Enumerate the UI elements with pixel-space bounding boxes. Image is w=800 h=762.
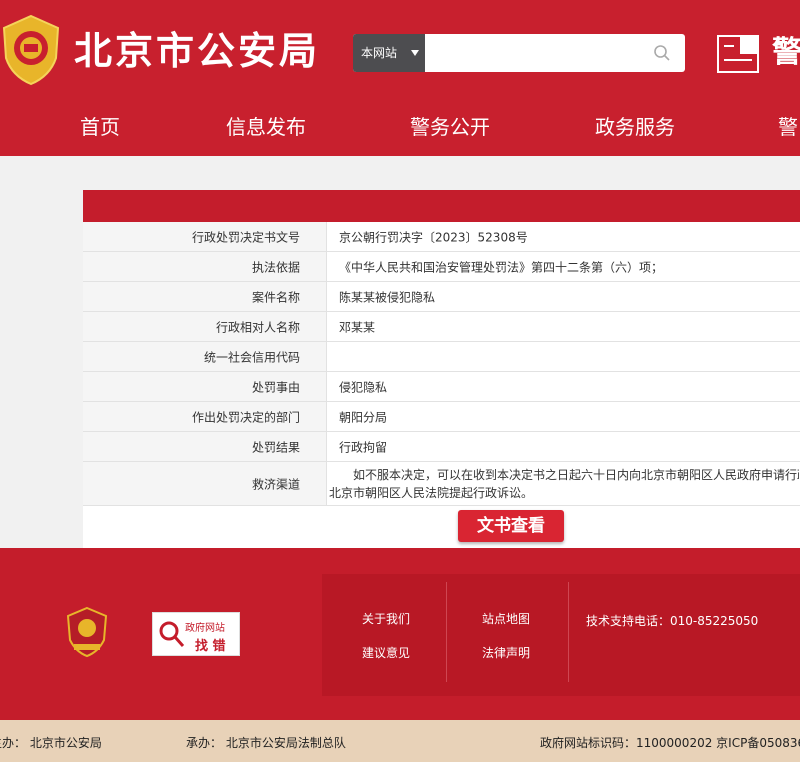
table-row: 统一社会信用代码	[83, 342, 800, 372]
table-row: 作出处罚决定的部门 朝阳分局	[83, 402, 800, 432]
row-label: 处罚事由	[251, 380, 300, 394]
search-input[interactable]	[433, 40, 637, 68]
row-label: 作出处罚决定的部门	[191, 410, 300, 424]
link-legal-notice[interactable]: 法律声明	[482, 644, 530, 661]
gov-site-label: 政府网站	[185, 623, 225, 634]
link-about-us[interactable]: 关于我们	[362, 610, 410, 627]
nav-item-more[interactable]: 警	[778, 112, 798, 142]
divider	[446, 582, 447, 682]
organizer-info: 承办： 北京市公安局法制总队	[186, 736, 346, 750]
row-label: 执法依据	[251, 260, 300, 274]
main-nav: 首页 信息发布 警务公开 政务服务 警	[0, 100, 800, 156]
row-value: 行政拘留	[339, 440, 388, 454]
beijing-logo-icon	[717, 35, 759, 73]
row-label: 救济渠道	[251, 477, 300, 491]
gov-site-error-report-link[interactable]: 政府网站 找 错	[152, 612, 240, 656]
table-row: 案件名称 陈某某被侵犯隐私	[83, 282, 800, 312]
chevron-down-icon	[411, 50, 419, 56]
table-row: 行政处罚决定书文号 京公朝行罚决字〔2023〕52308号	[83, 222, 800, 252]
row-value: 邓某某	[339, 320, 376, 334]
view-document-button[interactable]: 文书查看	[458, 510, 564, 542]
row-label: 处罚结果	[251, 440, 300, 454]
panel-header-bar	[83, 190, 800, 222]
link-suggestions[interactable]: 建议意见	[362, 644, 410, 661]
table-row: 救济渠道 如不服本决定，可以在收到本决定书之日起六十日内向北京市朝阳区人民政府申…	[83, 462, 800, 506]
site-header: 北京市公安局 本网站 警	[0, 0, 800, 100]
link-site-map[interactable]: 站点地图	[482, 610, 530, 627]
site-id-info: 政府网站标识码：1100000202 京ICP备05083646号	[540, 736, 800, 750]
party-badge-icon	[66, 606, 108, 658]
row-value: 朝阳分局	[339, 410, 388, 424]
nav-item-news[interactable]: 信息发布	[226, 112, 306, 142]
site-title: 北京市公安局	[74, 29, 321, 73]
remedy-line-2: 北京市朝阳区人民法院提起行政诉讼。	[329, 486, 534, 500]
row-label: 案件名称	[251, 290, 300, 304]
row-value: 京公朝行罚决字〔2023〕52308号	[339, 230, 528, 244]
row-value: 陈某某被侵犯隐私	[339, 290, 436, 304]
police-badge-icon: 警	[772, 35, 800, 70]
penalty-record-panel: 行政处罚决定书文号 京公朝行罚决字〔2023〕52308号 执法依据 《中华人民…	[83, 190, 800, 548]
site-footer: 政府网站 找 错 关于我们 站点地图 建议意见 法律声明 技术支持电话：010-…	[0, 548, 800, 720]
tech-support-phone: 技术支持电话：010-85225050	[586, 614, 759, 628]
find-error-label: 找 错	[195, 639, 226, 654]
search-box: 本网站	[353, 34, 685, 72]
footer-links: 关于我们 站点地图 建议意见 法律声明 技术支持电话：010-85225050	[322, 574, 800, 696]
row-value: 侵犯隐私	[339, 380, 388, 394]
remedy-line-1: 如不服本决定，可以在收到本决定书之日起六十日内向北京市朝阳区人民政府申请行政复	[353, 468, 799, 482]
content-area: 行政处罚决定书文号 京公朝行罚决字〔2023〕52308号 执法依据 《中华人民…	[0, 156, 800, 548]
nav-item-services[interactable]: 政务服务	[595, 112, 675, 142]
table-row: 处罚事由 侵犯隐私	[83, 372, 800, 402]
row-label: 行政处罚决定书文号	[191, 230, 300, 244]
divider	[568, 582, 569, 682]
search-icon[interactable]	[653, 44, 671, 62]
table-row: 执法依据 《中华人民共和国治安管理处罚法》第四十二条第（六）项；	[83, 252, 800, 282]
remedy-text: 如不服本决定，可以在收到本决定书之日起六十日内向北京市朝阳区人民政府申请行政复 …	[329, 466, 799, 502]
row-value: 《中华人民共和国治安管理处罚法》第四十二条第（六）项；	[339, 260, 664, 274]
nav-item-home[interactable]: 首页	[80, 112, 120, 142]
table-row: 处罚结果 行政拘留	[83, 432, 800, 462]
nav-item-police-affairs[interactable]: 警务公开	[410, 112, 490, 142]
host-info: 主办： 北京市公安局	[0, 736, 102, 750]
bottom-info-bar: 主办： 北京市公安局 承办： 北京市公安局法制总队 政府网站标识码：110000…	[0, 720, 800, 762]
row-label: 行政相对人名称	[215, 320, 300, 334]
table-row: 行政相对人名称 邓某某	[83, 312, 800, 342]
search-scope-label: 本网站	[361, 46, 398, 60]
search-scope-select[interactable]: 本网站	[353, 34, 425, 72]
police-emblem-icon	[2, 14, 60, 86]
magnifier-icon	[159, 621, 185, 647]
row-label: 统一社会信用代码	[203, 350, 300, 364]
